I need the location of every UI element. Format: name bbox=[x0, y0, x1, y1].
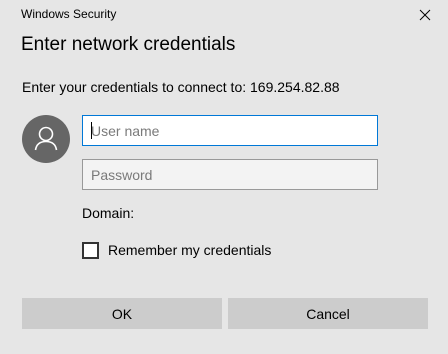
user-avatar-icon bbox=[22, 115, 70, 163]
window-title: Windows Security bbox=[21, 7, 117, 21]
close-icon bbox=[419, 9, 431, 21]
remember-credentials-checkbox[interactable] bbox=[82, 241, 99, 259]
title-bar: Windows Security bbox=[0, 0, 448, 30]
remember-credentials-row[interactable]: Remember my credentials bbox=[82, 240, 271, 260]
connect-target-text: Enter your credentials to connect to: 16… bbox=[22, 79, 340, 95]
password-input[interactable] bbox=[82, 159, 378, 190]
credentials-dialog: Windows Security Enter network credentia… bbox=[0, 0, 448, 354]
close-button[interactable] bbox=[402, 0, 448, 30]
dialog-heading: Enter network credentials bbox=[21, 34, 236, 55]
ok-button[interactable]: OK bbox=[22, 298, 222, 329]
remember-credentials-label[interactable]: Remember my credentials bbox=[108, 242, 271, 258]
text-caret bbox=[91, 122, 92, 139]
cancel-button[interactable]: Cancel bbox=[228, 298, 428, 329]
domain-label: Domain: bbox=[82, 205, 135, 221]
username-input[interactable] bbox=[82, 115, 378, 146]
